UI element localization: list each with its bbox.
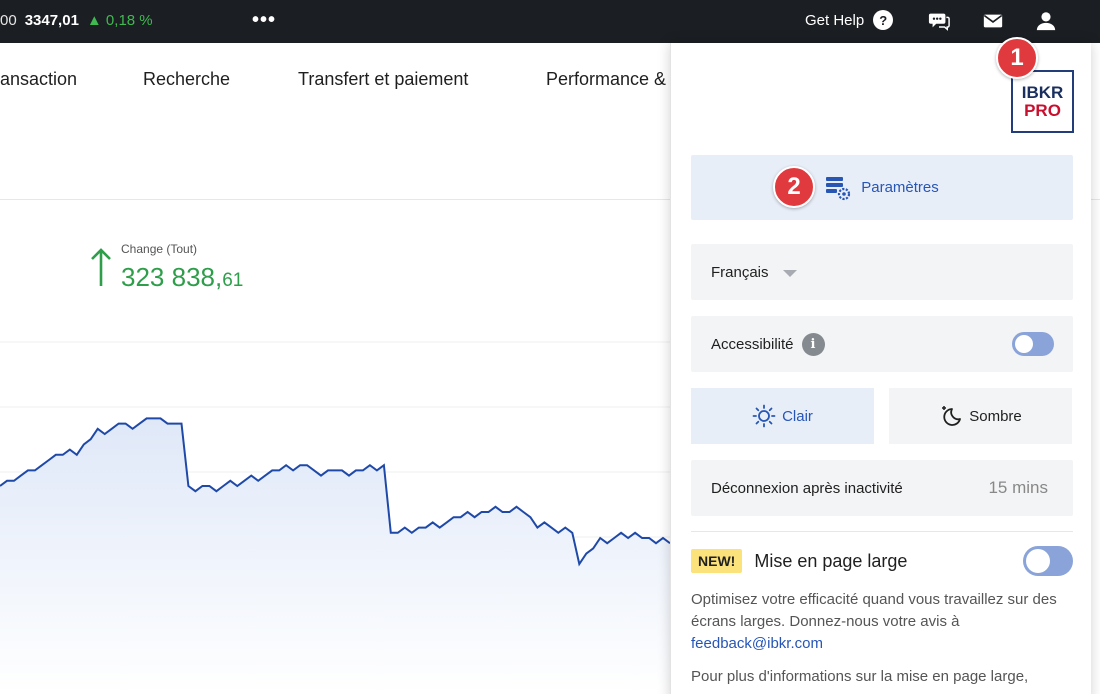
step-badge-2: 2 (773, 166, 815, 208)
change-value-dec: 61 (222, 270, 244, 291)
change-value-int: 323 838, (121, 262, 223, 292)
nav-item-performance[interactable]: Performance & (546, 69, 666, 90)
nav-item-recherche[interactable]: Recherche (143, 69, 230, 90)
wide-layout-label: Mise en page large (754, 550, 908, 571)
change-label: Change (Tout) (121, 242, 198, 256)
settings-icon (826, 176, 851, 200)
get-help-label: Get Help (805, 11, 865, 29)
top-bar: 00 3347,01 ▲ 0,18 % ••• Get Help ? (0, 0, 1100, 43)
mail-icon[interactable] (982, 10, 1004, 32)
user-menu-panel: IBKR PRO Paramètres Français Accessibili… (670, 43, 1091, 694)
info-icon[interactable]: i (801, 332, 825, 356)
user-icon[interactable] (1035, 10, 1057, 32)
theme-light-label: Clair (782, 407, 813, 425)
market-ticker[interactable]: 00 3347,01 ▲ 0,18 % (0, 12, 153, 29)
settings-button[interactable]: Paramètres (691, 155, 1073, 220)
logo-line-1: IBKR (1021, 82, 1064, 102)
get-help-button[interactable]: Get Help ? (805, 10, 894, 30)
new-badge: NEW! (691, 549, 743, 573)
step-badge-1: 1 (996, 37, 1038, 79)
logo-line-2: PRO (1024, 100, 1061, 120)
nav-item-transfert[interactable]: Transfert et paiement (298, 69, 468, 90)
divider (691, 531, 1073, 532)
auto-logout-value: 15 mins (988, 478, 1048, 497)
ticker-value: 3347,01 (24, 12, 79, 29)
wide-layout-toggle[interactable] (1023, 546, 1073, 576)
chat-icon[interactable] (928, 10, 950, 32)
language-select[interactable]: Français (691, 244, 1073, 300)
wide-layout-desc-text: Optimisez votre efficacité quand vous tr… (691, 591, 1057, 630)
change-value: 323 838,61 (121, 262, 243, 293)
accessibility-label: Accessibilité (711, 335, 794, 353)
accessibility-toggle[interactable] (1012, 332, 1054, 356)
more-menu-button[interactable]: ••• (252, 9, 276, 32)
help-icon: ? (873, 10, 894, 30)
chart-area (0, 418, 670, 694)
wide-layout-description: Optimisez votre efficacité quand vous tr… (691, 589, 1066, 655)
ibkr-pro-logo: IBKR PRO (1011, 70, 1074, 133)
theme-dark-button[interactable]: Sombre (889, 388, 1072, 444)
language-value: Français (711, 263, 769, 281)
settings-label: Paramètres (861, 179, 939, 196)
wide-layout-more-info: Pour plus d'informations sur la mise en … (691, 668, 1029, 685)
toggle-knob (1015, 335, 1033, 353)
feedback-link[interactable]: feedback@ibkr.com (691, 635, 823, 652)
ticker-lead: 00 (0, 12, 17, 29)
moon-icon (942, 406, 962, 426)
nav-item-transaction[interactable]: ansaction (0, 69, 77, 90)
caret-down-icon (782, 269, 797, 277)
theme-dark-label: Sombre (969, 407, 1022, 425)
auto-logout-label: Déconnexion après inactivité (711, 479, 903, 497)
ticker-change: ▲ 0,18 % (86, 12, 153, 29)
toggle-knob (1026, 549, 1050, 573)
accessibility-row: Accessibilité i (691, 316, 1073, 372)
performance-chart[interactable] (0, 330, 670, 694)
auto-logout-row[interactable]: Déconnexion après inactivité 15 mins (691, 460, 1073, 516)
arrow-up-icon (91, 248, 111, 286)
wide-layout-row: NEW! Mise en page large (691, 546, 1073, 576)
theme-light-button[interactable]: Clair (691, 388, 874, 444)
sun-icon (752, 404, 776, 428)
